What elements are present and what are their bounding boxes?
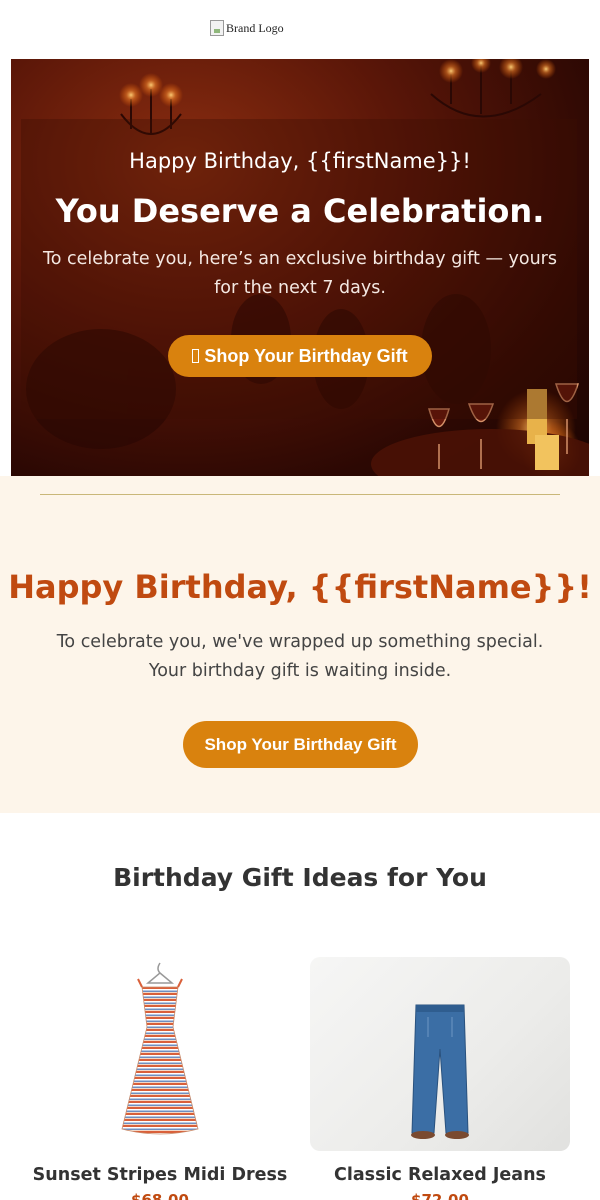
gift-ideas-title: Birthday Gift Ideas for You	[113, 863, 487, 892]
brand-logo[interactable]: Brand Logo	[210, 20, 284, 36]
hero-title: You Deserve a Celebration.	[55, 192, 545, 230]
product-name[interactable]: Sunset Stripes Midi Dress	[30, 1165, 290, 1185]
brand-logo-alt: Brand Logo	[226, 20, 284, 35]
hero-shop-gift-label: Shop Your Birthday Gift	[204, 345, 408, 366]
product-card[interactable]: Classic Relaxed Jeans $72.00	[310, 957, 570, 1200]
product-name[interactable]: Classic Relaxed Jeans	[310, 1165, 570, 1185]
product-image-dress[interactable]	[30, 957, 290, 1151]
hero-shop-gift-button[interactable]: Shop Your Birthday Gift	[168, 335, 432, 377]
jeans-illustration	[411, 1004, 469, 1139]
logo-bar: Brand Logo	[0, 0, 600, 58]
product-card[interactable]: Sunset Stripes Midi Dress $68.00	[30, 957, 290, 1200]
hero-pre-title: Happy Birthday, {{firstName}}!	[129, 149, 471, 173]
hero-banner: Happy Birthday, {{firstName}}! You Deser…	[11, 59, 589, 476]
greeting-section: Happy Birthday, {{firstName}}! To celebr…	[0, 476, 600, 813]
product-price: $68.00	[131, 1191, 189, 1200]
greeting-shop-gift-button[interactable]: Shop Your Birthday Gift	[183, 721, 418, 768]
broken-image-icon	[210, 20, 224, 36]
section-divider	[40, 494, 560, 495]
striped-dress-illustration	[121, 962, 199, 1135]
hero-text: To celebrate you, here’s an exclusive bi…	[43, 249, 557, 298]
product-price: $72.00	[411, 1191, 469, 1200]
greeting-title: Happy Birthday, {{firstName}}!	[8, 568, 592, 606]
greeting-text: To celebrate you, we've wrapped up somet…	[56, 632, 544, 681]
gift-icon	[192, 349, 200, 363]
gift-ideas-section: Birthday Gift Ideas for You Sunset Strip…	[0, 813, 600, 1200]
product-image-jeans[interactable]	[310, 957, 570, 1151]
